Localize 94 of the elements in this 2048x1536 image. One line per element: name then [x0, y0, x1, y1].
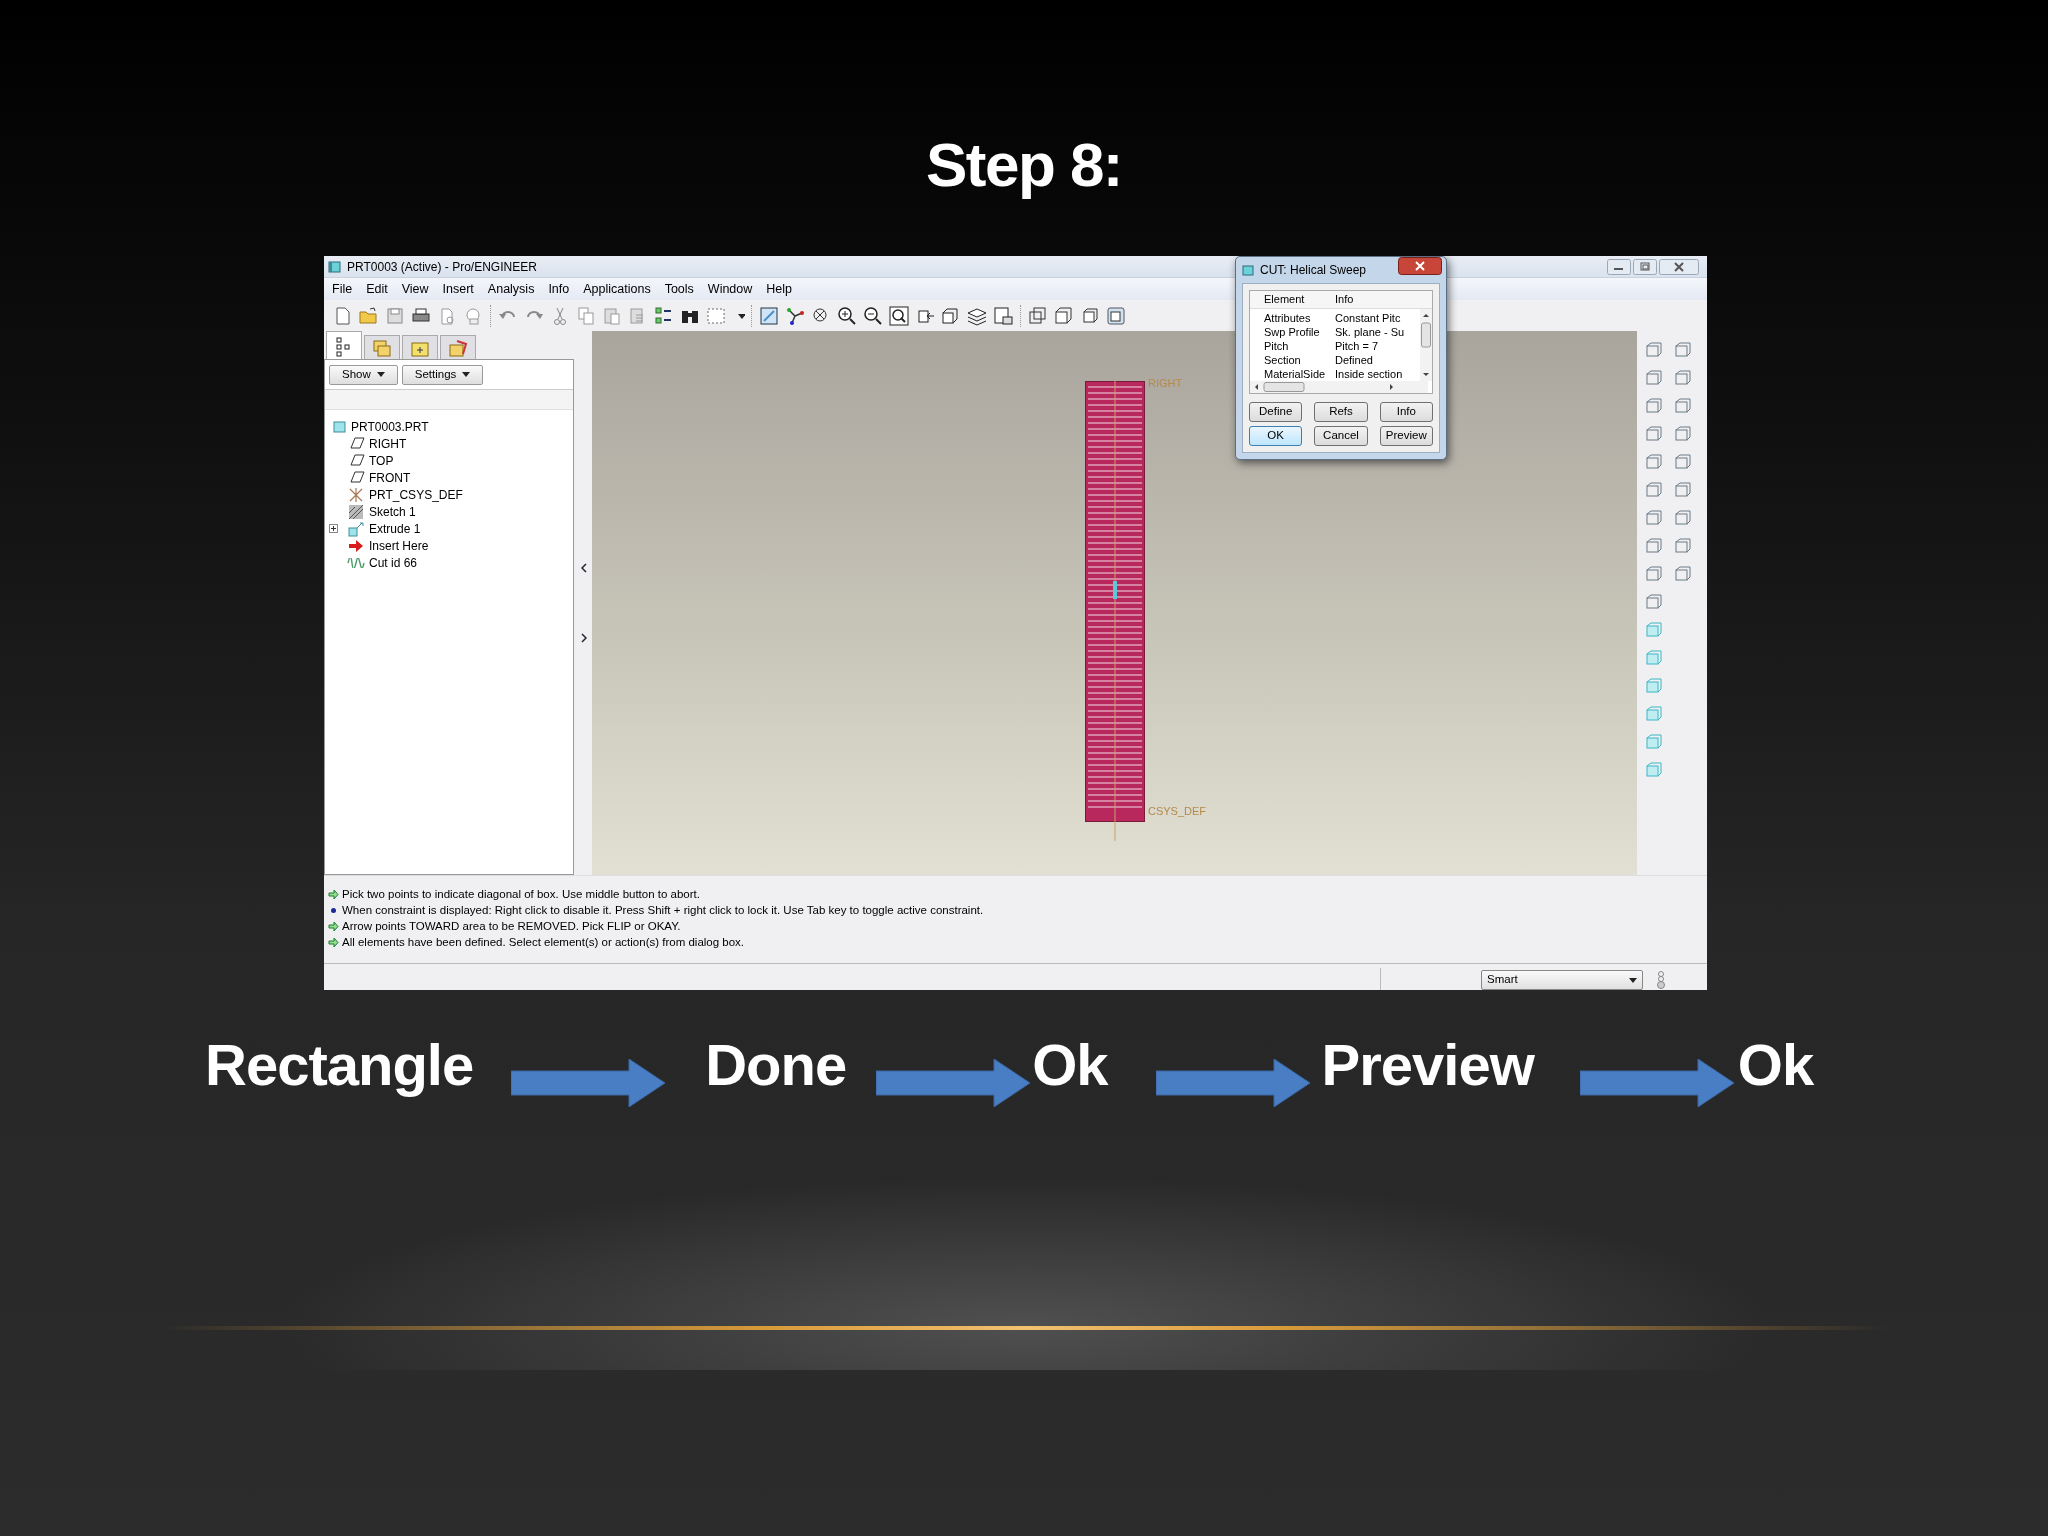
restore-button[interactable]: [1633, 258, 1657, 275]
panel-tab[interactable]: [326, 331, 362, 359]
menu-item[interactable]: Help: [766, 279, 793, 299]
step-label: Ok: [1032, 1032, 1108, 1098]
panel-tab[interactable]: [402, 335, 438, 359]
menu-item[interactable]: Insert: [442, 279, 474, 299]
tree-item[interactable]: RIGHT: [369, 434, 407, 453]
dropdown-button[interactable]: Settings: [401, 364, 484, 385]
zoom-in-icon[interactable]: [836, 304, 858, 327]
panel-tab[interactable]: [440, 335, 476, 359]
tree-item[interactable]: PRT_CSYS_DEF: [369, 485, 463, 504]
table-cell: Constant Pitc: [1335, 311, 1401, 325]
table-cell: Inside section: [1335, 367, 1403, 381]
datum-label: RIGHT: [1148, 376, 1183, 391]
shaded-icon[interactable]: [1105, 304, 1127, 327]
arrow-icon: [328, 920, 339, 932]
refit-icon[interactable]: [888, 304, 910, 327]
caret-icon: [462, 372, 471, 377]
table-cell: Pitch = 7: [1335, 339, 1379, 353]
arrow-icon: [328, 888, 339, 900]
column-header[interactable]: Info: [1335, 291, 1432, 308]
menu-item[interactable]: Window: [707, 279, 753, 299]
table-cell-text: Pitch: [1263, 339, 1290, 353]
status-icon: [1655, 970, 1667, 990]
table-cell-text: Attributes: [1263, 311, 1312, 325]
menu-item[interactable]: Info: [548, 279, 570, 299]
step-label: Rectangle: [205, 1032, 474, 1098]
right-arrow-icon: [1155, 1059, 1310, 1107]
step-label: Done: [705, 1032, 847, 1098]
axes-icon: [347, 485, 365, 504]
tree-item[interactable]: Sketch 1: [369, 502, 416, 521]
tree-item[interactable]: TOP: [369, 451, 394, 470]
menu-item[interactable]: File: [332, 279, 353, 299]
menu-item[interactable]: Analysis: [487, 279, 535, 299]
extrude-icon: [347, 519, 365, 538]
window-title: PRT0003 (Active) - Pro/ENGINEER: [347, 258, 537, 276]
zoom-out-icon[interactable]: [862, 304, 884, 327]
vertical-scrollbar[interactable]: [1420, 309, 1432, 381]
message-text: All elements have been defined. Select element(s) or action(s) from dialog box.: [342, 935, 745, 950]
tree-item[interactable]: Insert Here: [369, 536, 429, 555]
view-manager-icon[interactable]: [992, 304, 1014, 327]
open-folder-icon[interactable]: [358, 304, 380, 327]
collapse-left-icon[interactable]: [581, 563, 587, 573]
dialog-button[interactable]: Info: [1379, 402, 1433, 422]
panel-tab[interactable]: [364, 335, 400, 359]
horizontal-scrollbar[interactable]: [1250, 381, 1428, 393]
slide-title: Step 8:: [926, 130, 1122, 200]
step-label: Ok: [1737, 1032, 1814, 1098]
hidden-line-icon[interactable]: [1053, 304, 1075, 327]
dialog-button[interactable]: Define: [1249, 402, 1303, 422]
column-header[interactable]: Element: [1250, 291, 1335, 308]
expand-icon[interactable]: [329, 524, 338, 533]
part-icon: [333, 419, 347, 434]
wireframe-icon[interactable]: [1027, 304, 1049, 327]
right-arrow-icon: [511, 1059, 666, 1107]
caret-icon: [376, 372, 385, 377]
tree-item[interactable]: PRT0003.PRT: [351, 417, 429, 436]
arrow-icon: [328, 936, 339, 948]
app-icon: [1242, 263, 1255, 277]
menu-item[interactable]: Applications: [583, 279, 651, 299]
menu-item[interactable]: Tools: [664, 279, 694, 299]
dialog-button[interactable]: Preview: [1379, 426, 1433, 446]
minimize-button[interactable]: [1607, 258, 1631, 275]
tree-item[interactable]: Cut id 66: [369, 553, 418, 572]
tree-item[interactable]: Extrude 1: [369, 519, 421, 538]
filter-value: Smart: [1487, 972, 1518, 988]
datum-label: CSYS_DEF: [1148, 804, 1207, 819]
table-cell-text: MaterialSide: [1263, 367, 1327, 381]
dialog-button[interactable]: Refs: [1314, 402, 1368, 422]
dropdown-button[interactable]: Show: [329, 364, 398, 385]
expand-right-icon[interactable]: [581, 633, 587, 643]
step-label: Preview: [1321, 1032, 1534, 1098]
menu-item[interactable]: Edit: [366, 279, 388, 299]
helix-drawing[interactable]: [1085, 381, 1145, 841]
menu-item[interactable]: View: [401, 279, 429, 299]
caret-icon: [1629, 977, 1637, 983]
dialog-title: CUT: Helical Sweep: [1260, 262, 1367, 279]
sketch-icon: [347, 502, 365, 521]
copy-icon[interactable]: [575, 304, 597, 327]
message-text: Arrow points TOWARD area to be REMOVED. Pick FLIP or OKAY.: [342, 919, 681, 934]
tree-item[interactable]: FRONT: [369, 468, 411, 487]
message-text: Pick two points to indicate diagonal of box. Use middle button to abort.: [342, 887, 700, 902]
message-text: When constraint is displayed: Right click to disable it. Press Shift + right click to lock it. Use Tab key to toggle active constraint.: [342, 903, 984, 918]
dialog-button[interactable]: OK: [1249, 426, 1303, 446]
table-cell-text: Section: [1263, 353, 1302, 367]
dialog-button[interactable]: Cancel: [1314, 426, 1368, 446]
right-arrow-icon: [876, 1059, 1031, 1107]
right-arrow-icon: [1579, 1059, 1734, 1107]
close-button[interactable]: [1659, 258, 1699, 275]
table-cell: Defined: [1335, 353, 1373, 367]
app-icon: [328, 259, 342, 274]
close-button[interactable]: [1398, 257, 1442, 275]
filter-dropdown[interactable]: Smart: [1481, 970, 1643, 990]
coil-icon: [347, 557, 365, 568]
